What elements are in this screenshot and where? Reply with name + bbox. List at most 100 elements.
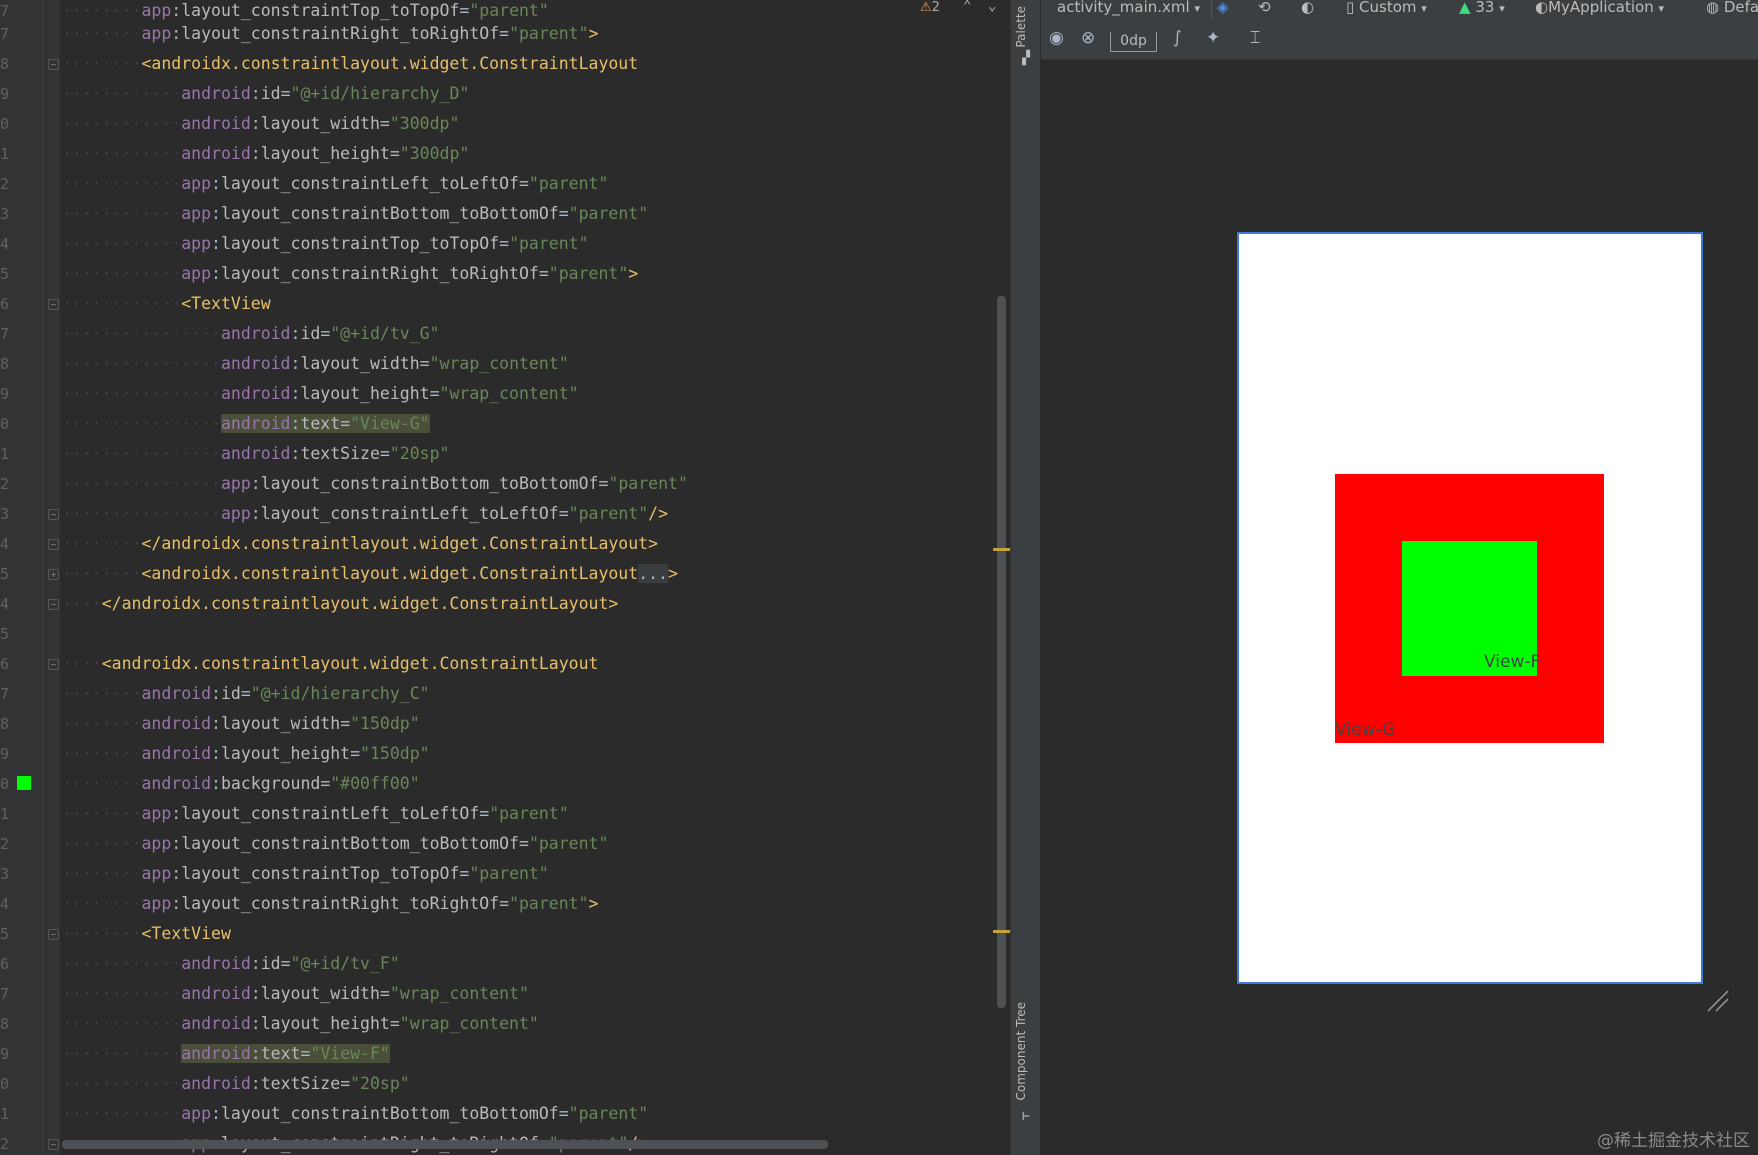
chevron-down-icon: ▾ [1194,2,1201,15]
fold-collapse-icon[interactable] [48,539,59,550]
code-line[interactable]: ············app:layout_constraintLeft_to… [62,169,608,199]
code-line[interactable]: ············<TextView [62,289,271,319]
code-line[interactable]: ········android:layout_width="150dp" [62,709,420,739]
autoconnect-icon[interactable]: ⊗ [1081,28,1095,48]
indent-guide: ············ [62,1014,182,1033]
indent-guide: ············ [62,114,182,133]
device-preview-frame[interactable]: View-G View-F [1237,232,1703,984]
palette-icon[interactable]: ▞ [1019,52,1033,66]
theme-selector[interactable]: ◐MyApplication ▾ [1535,0,1664,17]
component-tree-tab[interactable]: Component Tree [1014,1002,1028,1100]
code-line[interactable]: ········app:layout_constraintTop_toTopOf… [62,859,549,889]
code-line[interactable]: ················app:layout_constraintBot… [62,469,688,499]
night-mode-icon[interactable]: ◐ [1301,0,1314,17]
palette-tab[interactable]: Palette [1014,6,1028,48]
code-line[interactable]: ········<androidx.constraintlayout.widge… [62,49,638,79]
inspection-warnings[interactable]: ⚠2 [920,0,940,15]
device-selector[interactable]: ▯ Custom ▾ [1346,0,1427,17]
token: android [181,984,251,1003]
indent-guide: ········ [62,864,142,883]
next-highlight-icon[interactable]: ⌄ [988,0,996,14]
code-line[interactable]: ········android:layout_height="150dp" [62,739,430,769]
layers-icon[interactable]: ◈ [1217,0,1229,17]
locale-selector[interactable]: ◍ Defa [1706,0,1758,17]
code-line[interactable]: ················android:text="View-G" [62,409,430,439]
guidelines-icon[interactable]: ⌶ [1250,28,1260,48]
token: layout_constraintLeft_toLeftOf [220,174,519,193]
line-number: 1 [0,1105,8,1123]
code-line[interactable]: ····<androidx.constraintlayout.widget.Co… [62,649,598,679]
code-line[interactable]: ············android:id="@+id/tv_F" [62,949,400,979]
code-line[interactable]: ············android:layout_height="300dp… [62,139,469,169]
token: app [141,864,172,883]
scrollbar-warning-mark[interactable] [993,930,1010,933]
token: android [181,144,251,163]
token: id [260,954,281,973]
code-line[interactable]: ········android:id="@+id/hierarchy_C" [62,679,430,709]
token: > [628,264,639,283]
scrollbar-warning-mark[interactable] [993,548,1010,551]
fold-collapse-icon[interactable] [48,599,59,610]
code-line[interactable]: ····</androidx.constraintlayout.widget.C… [62,589,618,619]
clear-constraints-icon[interactable]: ∫ [1173,28,1182,48]
code-line[interactable]: ················app:layout_constraintLef… [62,499,668,529]
code-line[interactable]: ················android:textSize="20sp" [62,439,449,469]
component-tree-icon[interactable]: ⊢ [1019,1110,1033,1124]
fold-collapse-icon[interactable] [48,1139,59,1150]
code-content: app:layout_constraintRight_toRightOf="pa… [181,264,638,283]
api-selector[interactable]: ▲ 33 ▾ [1459,0,1505,17]
line-number: 9 [0,1045,8,1063]
code-line[interactable]: ············app:layout_constraintTop_toT… [62,229,589,259]
code-editor[interactable]: 778901234567890123454567890123456789012 … [0,0,1010,1155]
code-line[interactable]: ········app:layout_constraintRight_toRig… [62,19,598,49]
code-line[interactable]: ············android:textSize="20sp" [62,1069,410,1099]
view-f-label[interactable]: View-F [1484,651,1540,673]
infer-constraints-icon[interactable]: ✦ [1206,28,1220,48]
code-line[interactable]: ············android:layout_height="wrap_… [62,1009,539,1039]
orientation-icon[interactable]: ⟲ [1258,0,1271,17]
code-line[interactable]: ················android:layout_height="w… [62,379,579,409]
token: "20sp" [350,1074,410,1093]
token: android [220,414,291,433]
fold-collapse-icon[interactable] [48,299,59,310]
code-line[interactable]: ············app:layout_constraintBottom_… [62,1099,648,1129]
code-line[interactable]: ········<androidx.constraintlayout.widge… [62,559,678,589]
code-line[interactable]: ········app:layout_constraintRight_toRig… [62,889,598,919]
fold-collapse-icon[interactable] [48,509,59,520]
token: : [171,1,182,20]
code-line[interactable]: ················android:layout_width="wr… [62,349,569,379]
code-line[interactable]: ········android:background="#00ff00" [62,769,420,799]
code-line[interactable]: ············android:layout_width="wrap_c… [62,979,529,1009]
editor-gutter: 778901234567890123454567890123456789012 [0,0,60,1155]
code-line[interactable]: ············android:text="View-F" [62,1039,390,1069]
design-canvas[interactable]: View-G View-F [1041,61,1758,1155]
fold-collapse-icon[interactable] [48,59,59,70]
previous-highlight-icon[interactable]: ⌃ [963,0,971,14]
code-line[interactable]: ············app:layout_constraintBottom_… [62,199,648,229]
line-number: 0 [0,415,8,433]
fold-collapse-icon[interactable] [48,659,59,670]
code-line[interactable]: ········</androidx.constraintlayout.widg… [62,529,658,559]
globe-icon: ◍ [1706,0,1720,16]
fold-collapse-icon[interactable] [48,929,59,940]
default-margin-selector[interactable]: 0dp [1110,32,1157,52]
code-content: android:textSize="20sp" [181,1074,410,1093]
token: "@+id/hierarchy_D" [290,84,470,103]
fold-expand-icon[interactable] [48,569,59,580]
code-line[interactable]: ········<TextView [62,919,231,949]
color-preview-swatch[interactable] [17,776,31,790]
code-line[interactable]: ············app:layout_constraintRight_t… [62,259,638,289]
token: app [141,894,172,913]
code-line[interactable]: ············android:layout_width="300dp" [62,109,459,139]
code-line[interactable]: ············android:id="@+id/hierarchy_D… [62,79,469,109]
vertical-scrollbar[interactable] [997,296,1006,1008]
token: app [220,474,251,493]
code-line[interactable]: ················android:id="@+id/tv_G" [62,319,440,349]
code-line[interactable]: ········app:layout_constraintLeft_toLeft… [62,799,569,829]
horizontal-scrollbar[interactable] [62,1140,828,1149]
code-line[interactable]: ········app:layout_constraintBottom_toBo… [62,829,608,859]
view-options-icon[interactable]: ◉ [1049,28,1064,48]
file-selector[interactable]: activity_main.xml ▾ [1057,0,1200,17]
resize-handle-icon[interactable] [1706,989,1730,1013]
view-g-label[interactable]: View-G [1335,719,1395,741]
